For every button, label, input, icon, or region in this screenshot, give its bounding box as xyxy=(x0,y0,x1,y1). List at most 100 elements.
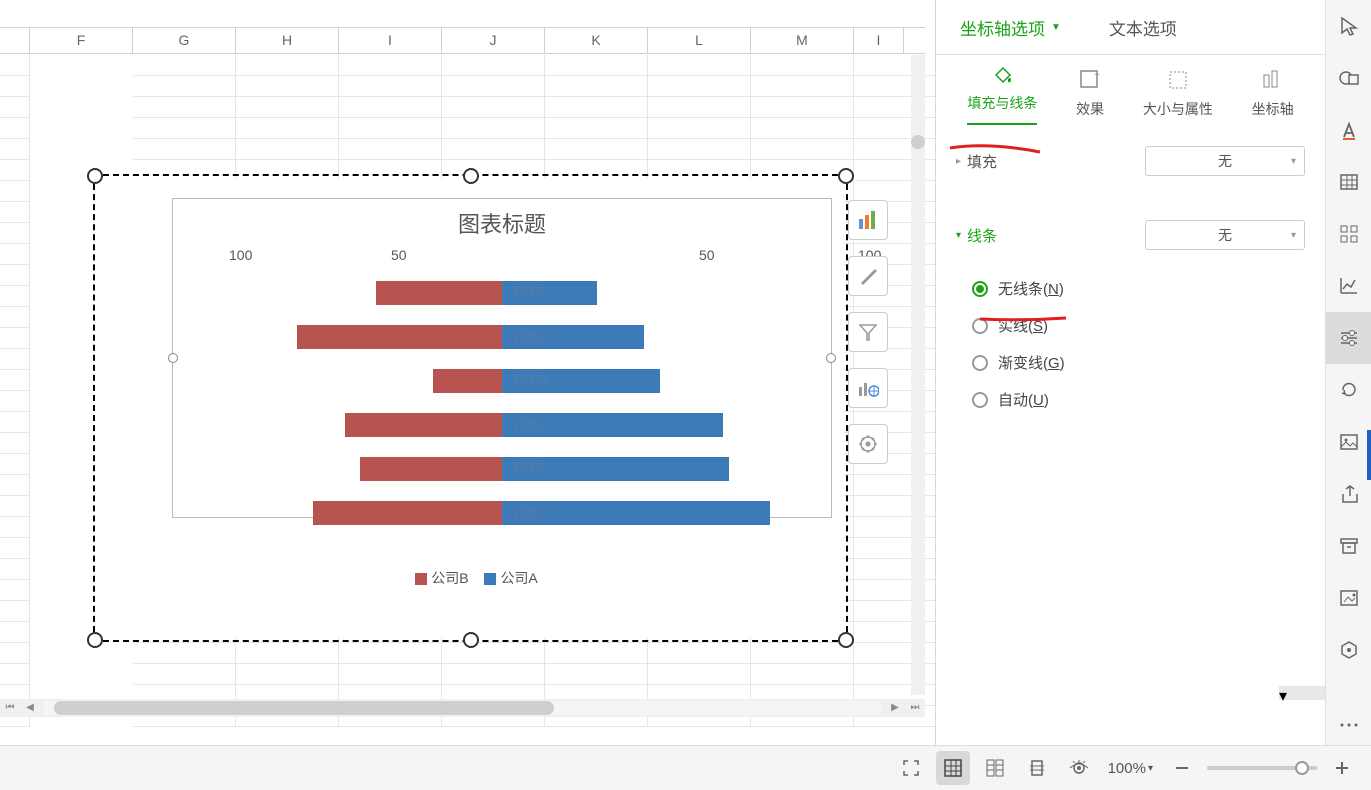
line-dropdown[interactable]: 无 xyxy=(1145,220,1305,250)
chart-styles-button[interactable] xyxy=(848,256,888,296)
resize-handle[interactable] xyxy=(463,632,479,648)
scroll-right-icon[interactable]: ▶ xyxy=(885,699,905,717)
chart-legend[interactable]: 公司B 公司A xyxy=(97,568,844,588)
scroll-first-icon[interactable]: ⏮ xyxy=(0,699,20,717)
more-icon[interactable] xyxy=(1326,705,1371,745)
bar-segment[interactable] xyxy=(345,413,503,437)
hexagon-icon[interactable] xyxy=(1326,624,1371,676)
chart-settings-button[interactable] xyxy=(848,424,888,464)
resize-handle[interactable] xyxy=(463,168,479,184)
view-page-icon[interactable] xyxy=(978,751,1012,785)
properties-panel: 坐标轴选项▼ 文本选项 填充与线条 + 效果 大小与属性 坐标轴 ▸填充 无 ▾… xyxy=(935,0,1325,745)
radio-icon xyxy=(972,392,988,408)
zoom-in-icon[interactable] xyxy=(1325,751,1359,785)
plot-handle[interactable] xyxy=(826,353,836,363)
resize-handle[interactable] xyxy=(87,632,103,648)
corner-cell[interactable] xyxy=(0,28,30,53)
vertical-scrollbar[interactable] xyxy=(911,55,925,695)
chart-title[interactable]: 图表标题 xyxy=(173,207,831,239)
view-normal-icon[interactable] xyxy=(936,751,970,785)
col-header[interactable]: L xyxy=(648,28,751,53)
bar-category-label: 指标3 xyxy=(514,415,550,435)
subtab-fill-line[interactable]: 填充与线条 xyxy=(967,61,1037,125)
bar-category-label: 指标4 xyxy=(514,371,550,391)
chart-filter-button[interactable] xyxy=(848,312,888,352)
legend-swatch xyxy=(415,573,427,585)
chart-object[interactable]: 图表标题 100 50 50 100 指标6 指标5 指标4 指标3 指标2 指… xyxy=(97,178,844,638)
text-icon[interactable] xyxy=(1326,104,1371,156)
bar-segment[interactable] xyxy=(433,369,502,393)
panel-scroll-bottom[interactable]: ▾ xyxy=(1279,686,1325,700)
bar-segment[interactable] xyxy=(376,281,502,305)
view-layout-icon[interactable] xyxy=(1020,751,1054,785)
resize-handle[interactable] xyxy=(838,168,854,184)
scrollbar-track[interactable] xyxy=(44,701,881,715)
effect-icon: + xyxy=(1077,67,1103,93)
zoom-slider-thumb[interactable] xyxy=(1295,761,1309,775)
zoom-slider[interactable] xyxy=(1207,766,1317,770)
zoom-out-icon[interactable] xyxy=(1165,751,1199,785)
triangle-down-icon: ▾ xyxy=(956,230,961,241)
panel-tabs: 坐标轴选项▼ 文本选项 xyxy=(936,0,1325,55)
col-header[interactable]: M xyxy=(751,28,854,53)
col-header[interactable]: K xyxy=(545,28,648,53)
share-icon[interactable] xyxy=(1326,468,1371,520)
chart-elements-button[interactable] xyxy=(848,200,888,240)
col-header[interactable]: H xyxy=(236,28,339,53)
shape-icon[interactable] xyxy=(1326,52,1371,104)
axis-tick: 50 xyxy=(699,247,715,263)
view-read-icon[interactable] xyxy=(1062,751,1096,785)
panel-subtabs: 填充与线条 + 效果 大小与属性 坐标轴 xyxy=(936,55,1325,130)
image-icon[interactable] xyxy=(1326,416,1371,468)
legend-label: 公司B xyxy=(431,570,468,586)
scroll-left-icon[interactable]: ◀ xyxy=(20,699,40,717)
tab-axis-options[interactable]: 坐标轴选项▼ xyxy=(936,0,1085,54)
fill-dropdown[interactable]: 无 xyxy=(1145,146,1305,176)
chart-icon[interactable] xyxy=(1326,260,1371,312)
subtab-effect[interactable]: + 效果 xyxy=(1076,67,1104,119)
col-header[interactable]: G xyxy=(133,28,236,53)
col-header[interactable]: J xyxy=(442,28,545,53)
chevron-down-icon: ▼ xyxy=(1051,22,1061,33)
resize-handle[interactable] xyxy=(838,632,854,648)
resize-handle[interactable] xyxy=(87,168,103,184)
line-label[interactable]: ▾线条 xyxy=(956,225,997,246)
scroll-last-icon[interactable]: ⏭ xyxy=(905,699,925,717)
radio-gradient-line[interactable]: 渐变线(G) xyxy=(972,344,1289,381)
cursor-icon[interactable] xyxy=(1326,0,1371,52)
tab-text-options[interactable]: 文本选项 xyxy=(1085,0,1201,54)
sliders-icon[interactable] xyxy=(1326,312,1371,364)
chart-online-button[interactable] xyxy=(848,368,888,408)
annotation-mark xyxy=(978,316,1068,322)
radio-icon xyxy=(972,281,988,297)
column-headers: F G H I J K L M I xyxy=(0,27,925,54)
radio-no-line[interactable]: 无线条(N) xyxy=(972,270,1289,307)
radio-solid-line[interactable]: 实线(S) xyxy=(972,307,1289,344)
apps-icon[interactable] xyxy=(1326,208,1371,260)
archive-icon[interactable] xyxy=(1326,520,1371,572)
table-icon[interactable] xyxy=(1326,156,1371,208)
plot-handle[interactable] xyxy=(168,353,178,363)
fill-icon xyxy=(989,61,1015,87)
bar-segment[interactable] xyxy=(313,501,502,525)
legend-label: 公司A xyxy=(500,570,537,586)
col-header[interactable]: I xyxy=(854,28,904,53)
scrollbar-thumb[interactable] xyxy=(54,701,554,715)
line-section: ▾线条 无 xyxy=(936,192,1325,266)
col-header[interactable]: F xyxy=(30,28,133,53)
radio-auto-line[interactable]: 自动(U) xyxy=(972,381,1289,418)
horizontal-scrollbar[interactable]: ⏮ ◀ ▶ ⏭ xyxy=(0,699,925,717)
refresh-icon[interactable] xyxy=(1326,364,1371,416)
subtab-size-prop[interactable]: 大小与属性 xyxy=(1143,67,1213,119)
zoom-value[interactable]: 100%▾ xyxy=(1108,760,1153,777)
fullscreen-icon[interactable] xyxy=(894,751,928,785)
bar-segment[interactable] xyxy=(360,457,502,481)
bar-segment[interactable] xyxy=(297,325,502,349)
picture-icon[interactable] xyxy=(1326,572,1371,624)
subtab-axis[interactable]: 坐标轴 xyxy=(1252,67,1294,119)
col-header[interactable]: I xyxy=(339,28,442,53)
scrollbar-thumb[interactable] xyxy=(911,135,925,149)
axis-tick: 50 xyxy=(391,247,407,263)
legend-swatch xyxy=(484,573,496,585)
plot-area[interactable]: 图表标题 100 50 50 100 指标6 指标5 指标4 指标3 指标2 指… xyxy=(172,198,832,518)
